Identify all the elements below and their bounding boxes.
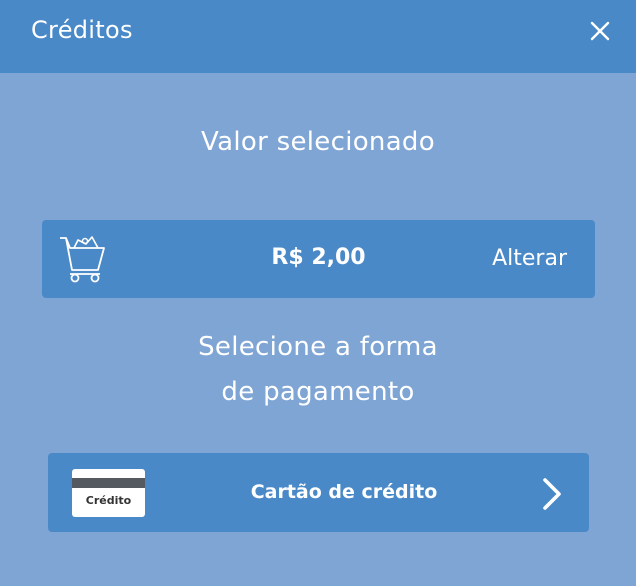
selected-value-heading: Valor selecionado — [201, 127, 435, 157]
modal-title: Créditos — [31, 16, 133, 44]
modal-header: Créditos — [0, 0, 636, 73]
selected-amount-bar: R$ 2,00 Alterar — [42, 220, 595, 298]
credit-card-payment-option[interactable]: Crédito Cartão de crédito — [48, 453, 589, 532]
change-amount-button[interactable]: Alterar — [492, 243, 567, 275]
chevron-right-icon — [543, 478, 561, 510]
close-button[interactable] — [586, 17, 614, 45]
payment-method-heading-line1: Selecione a forma — [198, 332, 438, 362]
payment-method-heading-line2: de pagamento — [221, 377, 415, 407]
close-icon — [590, 21, 610, 41]
